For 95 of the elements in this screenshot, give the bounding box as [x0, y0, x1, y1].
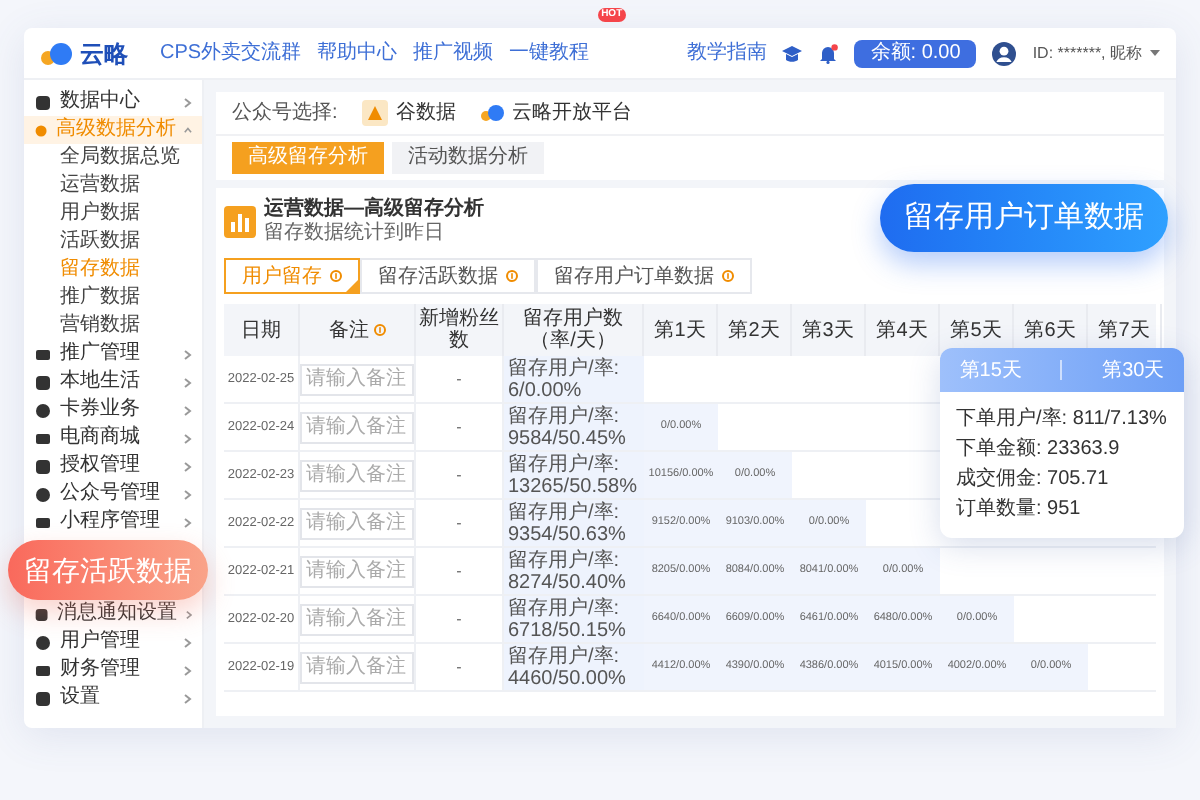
sidebar-item[interactable]: 卡券业务: [24, 396, 202, 424]
chevron-icon: [184, 405, 192, 415]
caret-icon: [1150, 50, 1160, 56]
chevron-icon: [184, 97, 192, 107]
sidebar-item[interactable]: 用户管理: [24, 628, 202, 656]
column-header: 新增粉丝数: [416, 304, 504, 356]
circle-icon: [34, 633, 52, 651]
account-label: 公众号选择:: [232, 99, 338, 128]
chevron-icon: [185, 609, 192, 619]
sidebar-item[interactable]: 设置: [24, 684, 202, 712]
note-input[interactable]: 请输入备注: [300, 363, 414, 395]
table-cell: 留存用户/率: 9584/50.45%: [504, 404, 644, 450]
sidebar-item[interactable]: 消息通知设置: [24, 600, 202, 628]
sidebar-item[interactable]: 数据中心: [24, 88, 202, 116]
info-icon: [722, 270, 734, 282]
square-icon: [34, 513, 52, 531]
note-input[interactable]: 请输入备注: [300, 507, 414, 539]
sidebar-subitem[interactable]: 营销数据: [24, 312, 202, 340]
note-input[interactable]: 请输入备注: [300, 603, 414, 635]
nav-link[interactable]: 一键教程: [509, 38, 590, 68]
chevron-icon: [184, 693, 192, 703]
table-cell: 留存用户/率: 9354/50.63%: [504, 500, 644, 546]
chevron-icon: [184, 461, 192, 471]
guide-link[interactable]: 教学指南: [686, 38, 767, 68]
nav-link[interactable]: 帮助中心: [317, 38, 398, 68]
account-option[interactable]: 谷数据: [361, 98, 456, 128]
square-icon: [34, 345, 52, 363]
table-tab[interactable]: 留存用户订单数据: [536, 258, 752, 294]
graduation-cap-icon: [782, 43, 803, 63]
sidebar-subitem[interactable]: 推广数据: [24, 284, 202, 312]
note-input[interactable]: 请输入备注: [300, 555, 414, 587]
chevron-icon: [184, 377, 192, 387]
chevron-icon: [184, 349, 192, 359]
order-data-badge: 留存用户订单数据: [880, 184, 1168, 252]
logo-text: 云略: [80, 37, 128, 71]
chevron-icon: [184, 637, 192, 647]
sidebar-item[interactable]: 本地生活: [24, 368, 202, 396]
sidebar-subitem[interactable]: 活跃数据: [24, 228, 202, 256]
sidebar-item[interactable]: 授权管理: [24, 452, 202, 480]
info-icon: [506, 270, 518, 282]
table-cell: 留存用户/率: 6/0.00%: [504, 356, 644, 402]
info-icon: [373, 324, 385, 336]
chevron-icon: [184, 126, 192, 134]
popup-line: 成交佣金: 705.71: [956, 468, 1111, 492]
square-icon: [34, 689, 52, 707]
table-cell: 留存用户/率: 13265/50.58%: [504, 452, 644, 498]
chevron-icon: [184, 517, 192, 527]
table-cell: 留存用户/率: 6718/50.15%: [504, 596, 644, 642]
bell-icon: [818, 43, 839, 63]
sidebar-subitem[interactable]: 用户数据: [24, 200, 202, 228]
sidebar-item[interactable]: 公众号管理: [24, 480, 202, 508]
square-icon: [34, 661, 52, 679]
nav-link[interactable]: CPS外卖交流群: [160, 38, 302, 68]
table-cell: 留存用户/率: 8274/50.40%: [504, 548, 644, 594]
circle-icon: [34, 121, 49, 139]
tab[interactable]: 活动数据分析: [392, 142, 544, 174]
note-input[interactable]: 请输入备注: [300, 459, 414, 491]
triangle-icon: [361, 100, 388, 126]
column-header: 备注: [300, 304, 416, 356]
square-icon: [34, 429, 52, 447]
sidebar-item[interactable]: 推广管理: [24, 340, 202, 368]
chevron-icon: [184, 665, 192, 675]
logo-icon: [40, 41, 72, 65]
info-icon: [330, 270, 342, 282]
bar-chart-icon: [224, 206, 256, 238]
circle-icon: [34, 485, 52, 503]
square-icon: [34, 93, 52, 111]
balance-button[interactable]: 余额: 0.00: [854, 39, 977, 67]
square-icon: [34, 457, 52, 475]
user-menu[interactable]: ID: *******, 昵称: [1032, 41, 1160, 65]
active-data-badge: 留存活跃数据: [8, 540, 208, 600]
logo-icon: [479, 104, 504, 122]
chevron-icon: [184, 433, 192, 443]
sidebar-item[interactable]: 财务管理: [24, 656, 202, 684]
chevron-icon: [184, 489, 192, 499]
account-option[interactable]: 云略开放平台: [479, 98, 632, 128]
popup-line: 订单数量: 951: [956, 498, 1083, 522]
page-subtitle: 留存数据统计到昨日: [264, 222, 446, 246]
sidebar-item[interactable]: 小程序管理: [24, 508, 202, 536]
note-input[interactable]: 请输入备注: [300, 411, 414, 443]
sidebar-item[interactable]: 电商商城: [24, 424, 202, 452]
avatar-icon: [992, 41, 1017, 65]
circle-icon: [34, 401, 52, 419]
page-title: 运营数据—高级留存分析: [264, 198, 484, 221]
popup-line: 下单金额: 23363.9: [956, 438, 1122, 462]
sidebar-subitem[interactable]: 运营数据: [24, 172, 202, 200]
square-icon: [34, 605, 50, 623]
table-cell: 留存用户/率: 4460/50.00%: [504, 644, 644, 690]
nav-link[interactable]: 推广视频: [413, 38, 494, 68]
note-input[interactable]: 请输入备注: [300, 651, 414, 683]
table-tab[interactable]: 留存活跃数据: [360, 258, 536, 294]
popup-line: 下单用户/率: 811/7.13%: [956, 408, 1168, 432]
square-icon: [34, 373, 52, 391]
column-header: 日期: [224, 304, 300, 356]
sidebar-subitem[interactable]: 全局数据总览: [24, 144, 202, 172]
